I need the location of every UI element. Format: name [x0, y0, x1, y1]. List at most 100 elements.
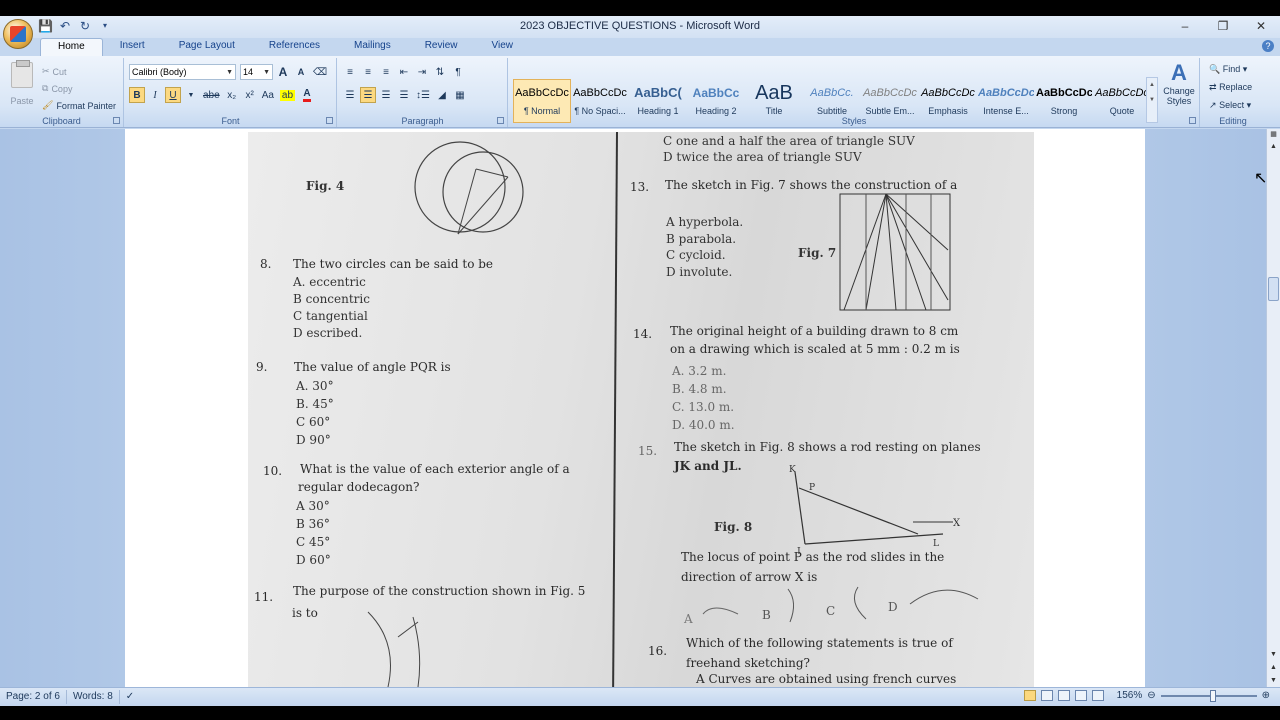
full-screen-view-icon[interactable]: [1040, 690, 1053, 701]
font-dialog-launcher[interactable]: [326, 117, 333, 124]
font-size-select[interactable]: 14 ▼: [240, 64, 273, 80]
increase-indent-button[interactable]: ⇥: [414, 64, 430, 80]
shrink-font-button[interactable]: A: [293, 64, 309, 80]
change-styles-button[interactable]: A Change Styles: [1160, 60, 1198, 106]
subscript-button[interactable]: x₂: [224, 87, 240, 103]
zoom-level[interactable]: 156%: [1117, 690, 1143, 701]
clear-formatting-button[interactable]: ⌫: [311, 64, 329, 80]
zoom-slider-thumb[interactable]: [1209, 689, 1216, 702]
style-no-spacing[interactable]: AaBbCcDc ¶ No Spaci...: [571, 79, 629, 123]
font-family-select[interactable]: Calibri (Body) ▼: [129, 64, 236, 80]
style-name: Strong: [1050, 106, 1078, 116]
copy-button[interactable]: ⧉ Copy: [42, 83, 72, 94]
scrollbar-thumb[interactable]: [1268, 277, 1279, 301]
strikethrough-button[interactable]: abe: [201, 87, 222, 103]
zoom-in-icon[interactable]: ⊕: [1262, 690, 1270, 701]
page-count[interactable]: Page: 2 of 6: [0, 690, 67, 704]
tab-view[interactable]: View: [475, 38, 531, 56]
show-marks-button[interactable]: ¶: [450, 64, 466, 80]
zoom-out-icon[interactable]: ⊖: [1147, 690, 1155, 701]
zoom-slider[interactable]: [1160, 689, 1257, 702]
clipboard-label: Clipboard: [42, 116, 81, 126]
underline-dropdown[interactable]: ▼: [183, 87, 199, 103]
tab-page-layout[interactable]: Page Layout: [162, 38, 252, 56]
decrease-indent-button[interactable]: ⇤: [396, 64, 412, 80]
shading-button[interactable]: ◢: [434, 87, 450, 103]
ruler-toggle-icon[interactable]: ▦: [1267, 129, 1280, 141]
proofing-icon[interactable]: ✓: [120, 690, 140, 704]
draft-view-icon[interactable]: [1091, 690, 1104, 701]
help-icon[interactable]: ?: [1262, 40, 1274, 52]
style-heading-2[interactable]: AaBbCc Heading 2: [687, 79, 745, 123]
align-center-button[interactable]: ☰: [360, 87, 376, 103]
align-left-button[interactable]: ☰: [342, 87, 358, 103]
tab-references[interactable]: References: [252, 38, 337, 56]
q13-number: 13.: [630, 180, 650, 194]
borders-button[interactable]: ▦: [452, 87, 468, 103]
style-heading-1[interactable]: AaBbC(Heading 1: [629, 79, 687, 123]
scroll-down-icon[interactable]: ▼: [1267, 649, 1280, 661]
style-quote[interactable]: AaBbCcDc Quote: [1093, 79, 1151, 123]
previous-page-icon[interactable]: ▲: [1267, 662, 1280, 674]
font-group: Calibri (Body) ▼ 14 ▼ A A ⌫ B I U ▼ abe x₂…: [125, 58, 337, 127]
select-button[interactable]: ↗ Select ▾: [1209, 100, 1251, 111]
outline-view-icon[interactable]: [1074, 690, 1087, 701]
style-subtitle[interactable]: AaBbCc. Subtitle: [803, 79, 861, 123]
minimize-button[interactable]: –: [1176, 18, 1194, 34]
q11-text: The purpose of the construction shown in…: [293, 584, 586, 598]
justify-button[interactable]: ☰: [396, 87, 412, 103]
superscript-button[interactable]: x²: [242, 87, 258, 103]
multilevel-list-button[interactable]: ≡: [378, 64, 394, 80]
align-right-button[interactable]: ☰: [378, 87, 394, 103]
style-emphasis[interactable]: AaBbCcDc Emphasis: [919, 79, 977, 123]
font-color-button[interactable]: A: [299, 87, 315, 103]
document-page[interactable]: Fig. 4 8. The two circles can be said to…: [125, 129, 1145, 687]
style-title[interactable]: AaB Title: [745, 79, 803, 123]
tab-home[interactable]: Home: [40, 38, 103, 56]
paste-button[interactable]: Paste: [8, 60, 36, 106]
line-spacing-button[interactable]: ↕☰: [414, 87, 432, 103]
grow-font-button[interactable]: A: [275, 64, 291, 80]
fig4-label: Fig. 4: [306, 179, 345, 193]
replace-button[interactable]: ⇄ Replace: [1209, 82, 1252, 93]
tab-review[interactable]: Review: [408, 38, 475, 56]
format-painter-button[interactable]: 🖌 Format Painter: [42, 100, 116, 111]
tab-insert[interactable]: Insert: [103, 38, 162, 56]
scroll-up-icon[interactable]: ▲: [1267, 141, 1280, 153]
word-count[interactable]: Words: 8: [67, 690, 120, 704]
cut-button[interactable]: ✂ Cut: [42, 66, 67, 77]
fig7-line: [885, 193, 897, 311]
vertical-scrollbar[interactable]: ▦ ▲ ▼ ▲ ▼: [1266, 129, 1280, 687]
close-button[interactable]: ✕: [1252, 18, 1270, 34]
clipboard-dialog-launcher[interactable]: [113, 117, 120, 124]
highlight-button[interactable]: ab: [278, 87, 297, 103]
paragraph-dialog-launcher[interactable]: [497, 117, 504, 124]
eraser-icon: ⌫: [313, 66, 328, 78]
style-subtle-emphasis[interactable]: AaBbCcDc Subtle Em...: [861, 79, 919, 123]
change-case-button[interactable]: Aa: [260, 87, 276, 103]
line-spacing-icon: ↕☰: [416, 89, 430, 101]
style-intense-emphasis[interactable]: AaBbCcDc Intense E...: [977, 79, 1035, 123]
styles-gallery-scroll[interactable]: ▲ ▼: [1146, 77, 1158, 123]
style-preview: AaB: [755, 82, 793, 104]
styles-dialog-launcher[interactable]: [1189, 117, 1196, 124]
style-strong[interactable]: AaBbCcDc Strong: [1035, 79, 1093, 123]
underline-button[interactable]: U: [165, 87, 181, 103]
shrink-font-label: A: [297, 67, 305, 77]
italic-button[interactable]: I: [147, 87, 163, 103]
numbering-button[interactable]: ≡: [360, 64, 376, 80]
style-normal[interactable]: AaBbCcDc ¶ Normal: [513, 79, 571, 123]
ribbon: Paste ✂ Cut ⧉ Copy 🖌 Format Painter Clipboa…: [0, 56, 1280, 128]
increase-indent-icon: ⇥: [417, 66, 427, 78]
bold-button[interactable]: B: [129, 87, 145, 103]
web-layout-view-icon[interactable]: [1057, 690, 1070, 701]
bullets-button[interactable]: ≡: [342, 64, 358, 80]
office-button[interactable]: [3, 19, 33, 49]
find-button[interactable]: 🔍 Find ▾: [1209, 64, 1247, 75]
tab-mailings[interactable]: Mailings: [337, 38, 408, 56]
sort-button[interactable]: ⇅: [432, 64, 448, 80]
next-page-icon[interactable]: ▼: [1267, 675, 1280, 687]
restore-button[interactable]: ❐: [1214, 18, 1232, 34]
print-layout-view-icon[interactable]: [1023, 690, 1036, 701]
chevron-down-icon: ▼: [226, 68, 233, 76]
